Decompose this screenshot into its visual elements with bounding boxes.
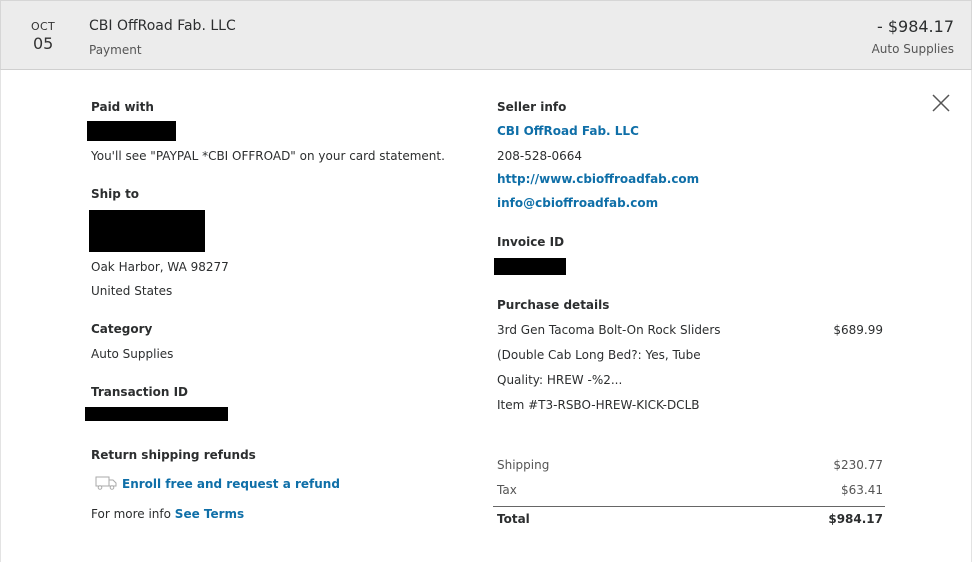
item-number: Item #T3-RSBO-HREW-KICK-DCLB — [497, 398, 700, 412]
tax-value: $63.41 — [841, 483, 883, 497]
total-value: $984.17 — [828, 512, 883, 526]
statement-note: You'll see "PAYPAL *CBI OFFROAD" on your… — [91, 149, 445, 163]
transaction-category: Auto Supplies — [871, 42, 954, 56]
item-line-3: Quality: HREW -%2... — [497, 373, 623, 387]
total-label: Total — [497, 512, 530, 526]
shipping-value: $230.77 — [833, 458, 883, 472]
item-price: $689.99 — [833, 323, 883, 337]
paid-with-heading: Paid with — [91, 100, 154, 114]
category-value: Auto Supplies — [91, 347, 174, 361]
purchase-details-heading: Purchase details — [497, 298, 610, 312]
ship-country: United States — [91, 284, 173, 298]
redacted-payment-method — [87, 121, 176, 141]
date-day: 05 — [33, 34, 54, 53]
more-info-text: For more info See Terms — [91, 507, 244, 521]
invoice-id-heading: Invoice ID — [497, 235, 565, 249]
redacted-invoice-id — [494, 258, 566, 275]
seller-email-link[interactable]: info@cbioffroadfab.com — [497, 196, 658, 210]
date-month: OCT — [31, 20, 55, 33]
shipping-label: Shipping — [497, 458, 550, 472]
item-line-1: 3rd Gen Tacoma Bolt-On Rock Sliders — [497, 323, 721, 337]
seller-name-link[interactable]: CBI OffRoad Fab. LLC — [497, 124, 639, 138]
payment-type: Payment — [89, 43, 142, 57]
tax-label: Tax — [497, 483, 517, 497]
return-shipping-heading: Return shipping refunds — [91, 448, 256, 462]
redacted-transaction-id — [85, 407, 228, 421]
enroll-refund-link[interactable]: Enroll free and request a refund — [122, 477, 340, 491]
merchant-name: CBI OffRoad Fab. LLC — [89, 18, 236, 34]
seller-info-heading: Seller info — [497, 100, 567, 114]
transaction-header[interactable]: OCT 05 CBI OffRoad Fab. LLC Payment - $9… — [0, 0, 972, 70]
transaction-id-heading: Transaction ID — [91, 385, 189, 399]
category-heading: Category — [91, 322, 153, 336]
total-divider — [493, 506, 885, 507]
transaction-amount: - $984.17 — [876, 17, 954, 36]
seller-phone: 208-528-0664 — [497, 149, 583, 163]
ship-city: Oak Harbor, WA 98277 — [91, 260, 229, 274]
close-icon[interactable] — [931, 93, 951, 113]
redacted-ship-name — [89, 210, 205, 252]
more-info-label: For more info — [91, 507, 171, 521]
see-terms-link[interactable]: See Terms — [175, 507, 244, 521]
ship-to-heading: Ship to — [91, 187, 140, 201]
seller-website-link[interactable]: http://www.cbioffroadfab.com — [497, 172, 699, 186]
item-line-2: (Double Cab Long Bed?: Yes, Tube — [497, 348, 701, 362]
truck-icon — [95, 476, 117, 490]
